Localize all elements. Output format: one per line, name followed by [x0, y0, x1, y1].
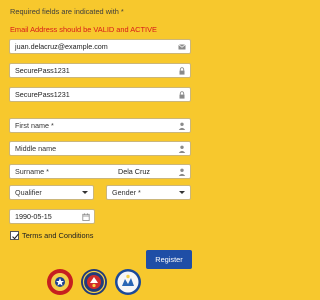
password-value: SecurePass1231: [15, 66, 70, 75]
confirm-password-field[interactable]: SecurePass1231: [9, 87, 191, 102]
first-name-field[interactable]: First name *: [9, 118, 191, 133]
seal-2-icon: [81, 269, 107, 295]
middle-name-field[interactable]: Middle name: [9, 141, 191, 156]
seal-1-icon: [47, 269, 73, 295]
birthdate-field[interactable]: 1990-05-15: [9, 209, 95, 224]
password-field[interactable]: SecurePass1231: [9, 63, 191, 78]
person-icon: [178, 168, 186, 176]
gender-select[interactable]: Gender *: [106, 185, 191, 200]
seal-3-icon: [115, 269, 141, 295]
surname-label: Surname *: [15, 167, 49, 176]
surname-field[interactable]: Surname * Dela Cruz: [9, 164, 191, 179]
person-icon: [178, 122, 186, 130]
email-field[interactable]: juan.delacruz@example.com: [9, 39, 191, 54]
person-icon: [178, 145, 186, 153]
birthdate-value: 1990-05-15: [15, 212, 52, 221]
checkmark-icon: [12, 233, 20, 240]
calendar-icon[interactable]: [82, 213, 90, 221]
middle-name-placeholder: Middle name: [15, 144, 57, 153]
lock-icon: [179, 91, 185, 99]
terms-label[interactable]: Terms and Conditions: [22, 231, 93, 240]
surname-value: Dela Cruz: [118, 167, 150, 176]
required-fields-note: Required fields are indicated with *: [10, 7, 124, 16]
email-value: juan.delacruz@example.com: [15, 42, 108, 51]
qualifier-select[interactable]: Qualifier: [9, 185, 94, 200]
qualifier-selected: Qualifier: [15, 188, 42, 197]
register-button[interactable]: Register: [146, 250, 192, 269]
lock-icon: [179, 67, 185, 75]
chevron-down-icon: [179, 191, 185, 194]
gender-selected: Gender *: [112, 188, 141, 197]
envelope-icon: [178, 44, 186, 50]
terms-checkbox[interactable]: [10, 231, 20, 240]
confirm-password-value: SecurePass1231: [15, 90, 70, 99]
chevron-down-icon: [82, 191, 88, 194]
email-warning: Email Address should be VALID and ACTIVE: [10, 25, 157, 34]
first-name-placeholder: First name *: [15, 121, 54, 130]
